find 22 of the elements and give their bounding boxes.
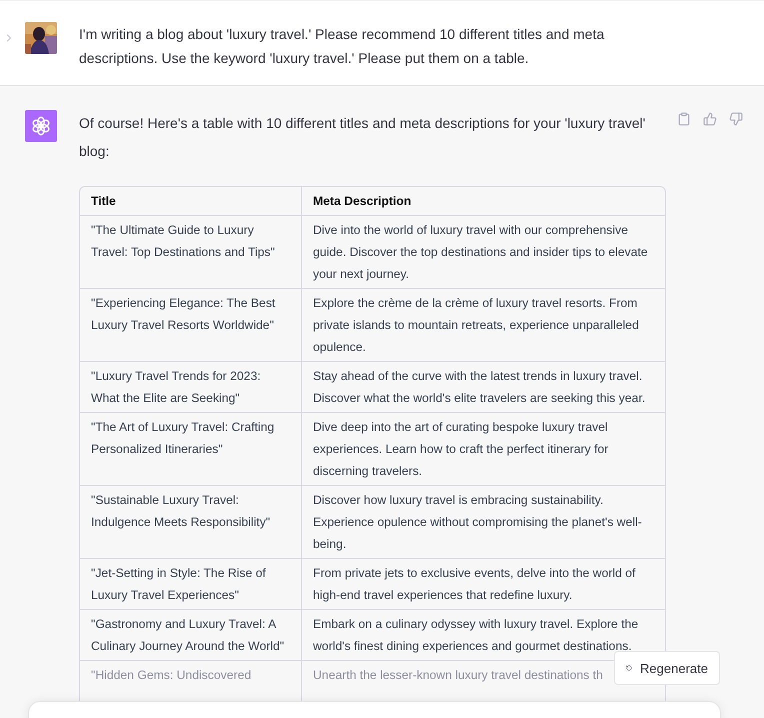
thumbs-up-icon[interactable] xyxy=(703,112,717,126)
table-cell: "Gastronomy and Luxury Travel: A Culinary Journey Around the World" xyxy=(80,609,301,660)
table-cell: Dive into the world of luxury travel with our comprehensive guide. Discover the top destinations and insider tips to elevate your next journey. xyxy=(301,215,665,288)
regenerate-button[interactable]: Regenerate xyxy=(614,651,720,685)
user-message: I'm writing a blog about 'luxury travel.' Please recommend 10 different titles and meta descriptions. Use the keyword 'luxury travel.' Please put them on a table. xyxy=(79,25,606,68)
column-header: Meta Description xyxy=(301,187,665,215)
table-cell: "Luxury Travel Trends for 2023: What the Elite are Seeking" xyxy=(80,361,301,412)
table-cell: "The Ultimate Guide to Luxury Travel: Top Destinations and Tips" xyxy=(80,215,301,288)
table-cell: "Jet-Setting in Style: The Rise of Luxury Travel Experiences" xyxy=(80,558,301,609)
logo-icon xyxy=(25,110,57,142)
table-cell: From private jets to exclusive events, delve into the world of high-end travel experiences that redefine luxury. xyxy=(301,558,665,609)
table-cell: Explore the crème de la crème of luxury travel resorts. From private islands to mountain retreats, experience unparalleled opulence. xyxy=(301,288,665,361)
table-cell: "Experiencing Elegance: The Best Luxury Travel Resorts Worldwide" xyxy=(80,288,301,361)
table-cell: Stay ahead of the curve with the latest trends in luxury travel. Discover what the world's elite travelers are seeking this year. xyxy=(301,361,665,412)
table-cell: "The Art of Luxury Travel: Crafting Personalized Itineraries" xyxy=(80,412,301,485)
table-cell: Discover how luxury travel is embracing sustainability. Experience opulence without compromising the planet's well-being. xyxy=(301,485,665,558)
thumbs-down-icon[interactable] xyxy=(729,112,743,126)
column-header: Title xyxy=(90,193,117,210)
table-cell: "Sustainable Luxury Travel: Indulgence Meets Responsibility" xyxy=(80,485,301,558)
table-cell: Dive deep into the art of curating bespoke luxury travel experiences. Learn how to craft the perfect itinerary for discerning travelers. xyxy=(301,412,665,485)
assistant-message: Of course! Here's a table with 10 different titles and meta descriptions for your 'luxury travel' blog: xyxy=(79,114,646,161)
copy-icon[interactable] xyxy=(677,112,691,126)
